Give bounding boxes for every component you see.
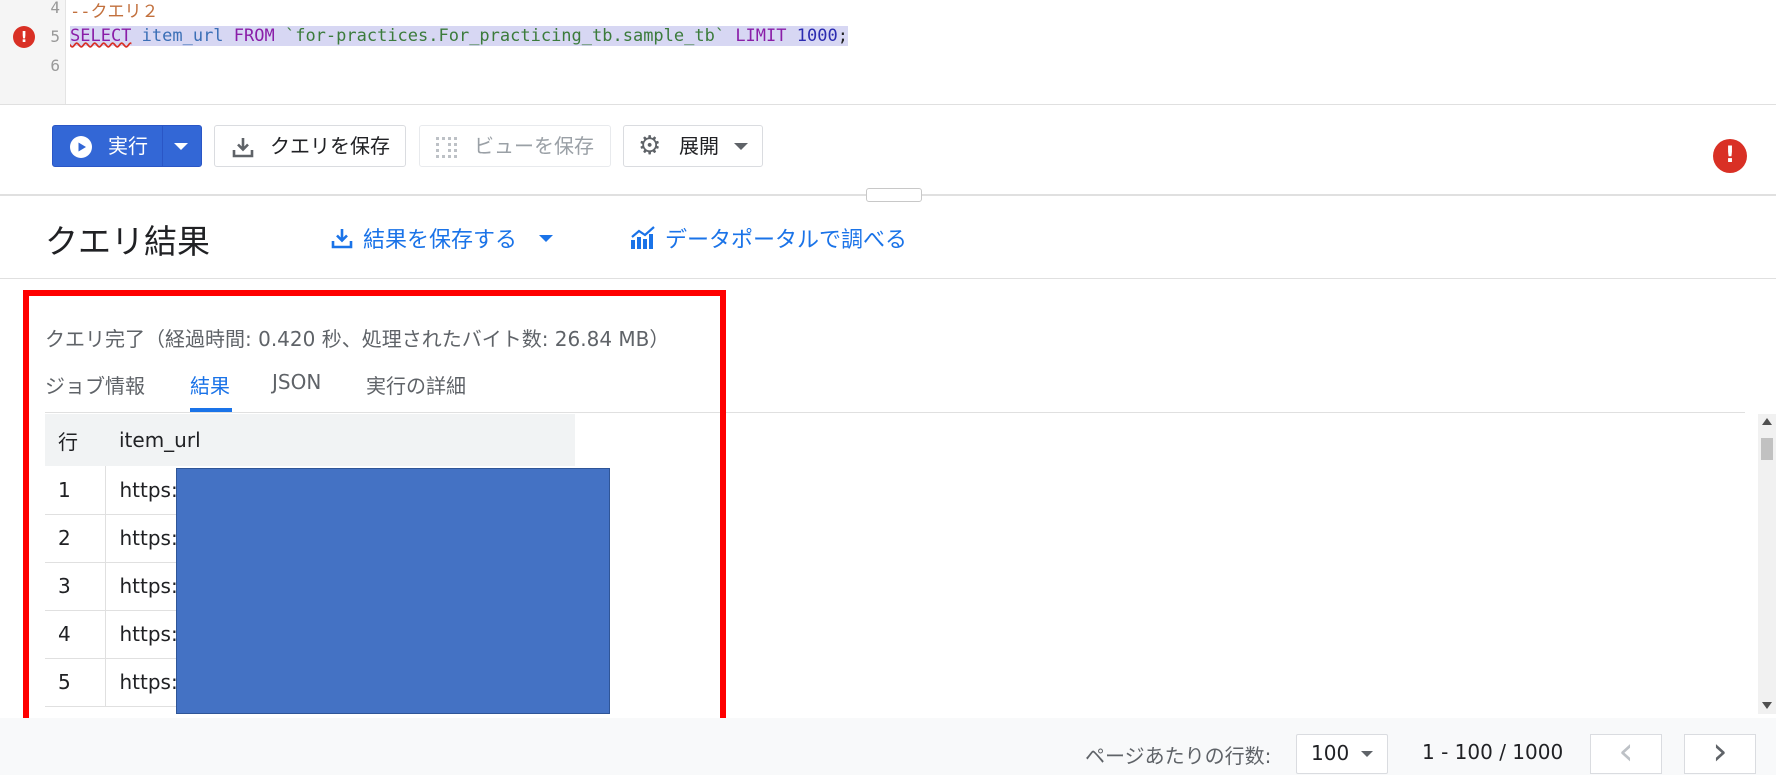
rows-per-page-value: 100 bbox=[1311, 741, 1350, 765]
save-query-label: クエリを保存 bbox=[270, 134, 390, 158]
save-results-label: 結果を保存する bbox=[363, 228, 518, 253]
page-range-text: 1 - 100 / 1000 bbox=[1422, 740, 1564, 764]
save-query-button[interactable]: クエリを保存 bbox=[214, 125, 406, 167]
scroll-down-icon[interactable] bbox=[1762, 702, 1772, 709]
limit-value: 1000 bbox=[786, 26, 838, 46]
deploy-button[interactable]: ⚙ 展開 bbox=[623, 125, 763, 167]
table-name: `for-practices.For_practicing_tb.sample_… bbox=[274, 26, 736, 46]
explore-label: データポータルで調べる bbox=[665, 228, 908, 253]
save-view-button[interactable]: ビューを保存 bbox=[419, 125, 611, 167]
code-line-comment[interactable]: --クエリ２ bbox=[70, 0, 158, 22]
highlight-box bbox=[23, 290, 726, 729]
semicolon: ; bbox=[837, 26, 848, 46]
keyword-from: FROM bbox=[233, 26, 275, 46]
grid-dots-icon bbox=[436, 137, 457, 158]
toolbar-divider bbox=[0, 104, 1776, 105]
chevron-down-icon bbox=[1361, 751, 1373, 757]
deploy-label: 展開 bbox=[679, 134, 719, 158]
resize-handle[interactable] bbox=[866, 188, 922, 202]
rows-per-page-label: ページあたりの行数: bbox=[1085, 744, 1272, 768]
scroll-up-icon[interactable] bbox=[1762, 418, 1772, 425]
error-icon[interactable]: ! bbox=[13, 26, 35, 48]
sql-editor[interactable] bbox=[0, 0, 1776, 105]
chevron-down-icon bbox=[734, 143, 748, 150]
results-title: クエリ結果 bbox=[45, 222, 210, 261]
keyword-select: SELECT bbox=[70, 26, 132, 46]
chevron-right-icon: › bbox=[1712, 729, 1728, 773]
download-icon bbox=[232, 138, 254, 158]
line-number: 5 bbox=[50, 27, 60, 46]
column-name: item_url bbox=[131, 26, 234, 46]
download-icon bbox=[331, 229, 353, 249]
gear-icon: ⚙ bbox=[638, 131, 662, 161]
run-button-divider bbox=[162, 126, 163, 166]
run-dropdown-icon[interactable] bbox=[174, 143, 188, 150]
scrollbar-thumb[interactable] bbox=[1761, 438, 1773, 460]
code-line-query[interactable]: SELECT item_url FROM `for-practices.For_… bbox=[70, 26, 848, 46]
keyword-limit: LIMIT bbox=[735, 26, 787, 46]
chevron-down-icon bbox=[539, 235, 553, 242]
next-page-button[interactable]: › bbox=[1684, 729, 1756, 774]
line-number: 4 bbox=[50, 0, 60, 17]
chevron-left-icon: ‹ bbox=[1618, 729, 1634, 773]
save-view-label: ビューを保存 bbox=[474, 134, 594, 158]
chart-icon bbox=[631, 226, 655, 249]
line-number: 6 bbox=[50, 56, 60, 75]
error-status-icon[interactable]: ! bbox=[1713, 139, 1747, 173]
play-icon bbox=[70, 136, 92, 158]
previous-page-button[interactable]: ‹ bbox=[1590, 729, 1662, 774]
run-label: 実行 bbox=[108, 134, 148, 158]
run-button[interactable]: 実行 bbox=[52, 125, 202, 167]
results-header-divider bbox=[0, 278, 1776, 279]
rows-per-page-select[interactable]: 100 bbox=[1296, 734, 1388, 774]
